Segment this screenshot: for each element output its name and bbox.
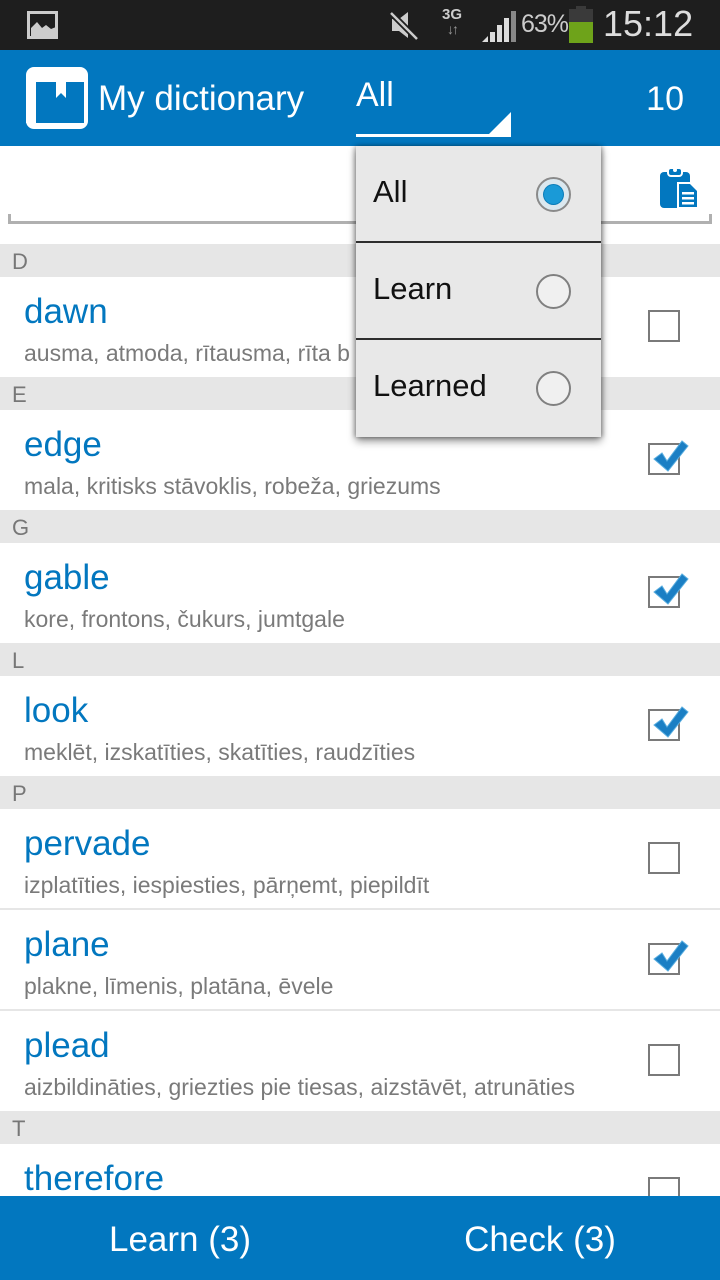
signal-icon [482, 10, 518, 47]
word-row[interactable]: plead aizbildināties, griezties pie tiesa… [0, 1011, 720, 1111]
filter-option-all[interactable]: All [356, 146, 601, 243]
filter-option-learned[interactable]: Learned [356, 340, 601, 437]
clock: 15:12 [603, 3, 694, 44]
dictionary-book-icon[interactable] [24, 65, 90, 131]
learned-checkbox[interactable] [648, 573, 689, 608]
word-translation: plakne, līmenis, platāna, ēvele [24, 973, 334, 999]
radio-button[interactable] [536, 177, 571, 212]
checkmark-icon [653, 440, 689, 472]
mute-icon [388, 10, 420, 45]
word-text: therefore [24, 1159, 165, 1198]
battery-level [569, 21, 593, 43]
filter-spinner[interactable]: All [356, 76, 511, 137]
word-row[interactable]: gable kore, frontons, čukurs, jumtgale [0, 543, 720, 643]
word-count: 10 [646, 80, 684, 118]
network-indicator: 3G ↓↑ [437, 7, 467, 37]
filter-dropdown: All Learn Learned [356, 146, 601, 437]
word-text: edge [24, 425, 102, 464]
word-translation: mala, kritisks stāvoklis, robeža, griezu… [24, 473, 441, 499]
section-header: G [0, 510, 720, 543]
section-header: T [0, 1111, 720, 1144]
checkmark-icon [653, 706, 689, 738]
word-translation: izplatīties, iespiesties, pārņemt, piepi… [24, 872, 430, 898]
learned-checkbox[interactable] [648, 706, 689, 741]
data-arrows-icon: ↓↑ [447, 21, 459, 37]
word-text: look [24, 691, 89, 730]
bottom-bar: Learn (3) Check (3) [0, 1196, 720, 1280]
filter-option-label: Learned [373, 368, 487, 403]
spinner-arrow-icon [489, 112, 511, 134]
word-row[interactable]: pervade izplatīties, iespiesties, pārņemt… [0, 809, 720, 910]
checkmark-icon [653, 573, 689, 605]
radio-button[interactable] [536, 371, 571, 406]
word-translation: kore, frontons, čukurs, jumtgale [24, 606, 345, 632]
word-text: pervade [24, 824, 151, 863]
status-bar: 3G ↓↑ 63% 15:12 [0, 0, 720, 50]
word-translation: meklēt, izskatīties, skatīties, raudzīti… [24, 739, 416, 765]
clipboard-icon[interactable] [659, 166, 701, 210]
network-type: 3G [441, 6, 462, 23]
battery-icon [569, 6, 593, 43]
learned-checkbox[interactable] [648, 940, 689, 975]
filter-option-label: All [373, 174, 408, 209]
filter-option-label: Learn [373, 271, 453, 306]
filter-spinner-value: All [356, 76, 394, 114]
battery-percent: 63% [521, 10, 569, 38]
learned-checkbox[interactable] [648, 842, 680, 874]
word-translation: ausma, atmoda, rītausma, rīta b [24, 340, 350, 366]
learn-button[interactable]: Learn (3) [0, 1196, 360, 1280]
action-bar: My dictionary All 10 [0, 50, 720, 146]
word-row[interactable]: look meklēt, izskatīties, skatīties, raud… [0, 676, 720, 776]
word-row[interactable]: plane plakne, līmenis, platāna, ēvele [0, 910, 720, 1011]
filter-option-learn[interactable]: Learn [356, 243, 601, 340]
check-button[interactable]: Check (3) [360, 1196, 720, 1280]
learned-checkbox[interactable] [648, 440, 689, 475]
section-header: P [0, 776, 720, 809]
checkmark-icon [653, 940, 689, 972]
radio-button[interactable] [536, 274, 571, 309]
gallery-icon [27, 11, 58, 39]
learned-checkbox[interactable] [648, 310, 680, 342]
word-text: gable [24, 558, 110, 597]
app-title: My dictionary [98, 79, 305, 118]
word-text: plane [24, 925, 110, 964]
word-translation: aizbildināties, griezties pie tiesas, ai… [24, 1074, 576, 1100]
word-text: plead [24, 1026, 110, 1065]
word-text: dawn [24, 292, 108, 331]
section-header: L [0, 643, 720, 676]
learned-checkbox[interactable] [648, 1044, 680, 1076]
